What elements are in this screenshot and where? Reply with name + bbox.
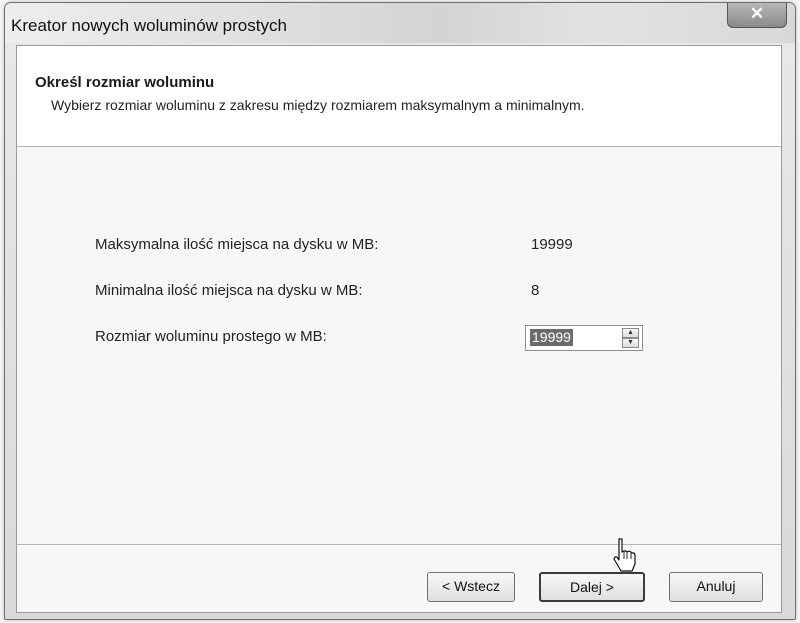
wizard-content: Określ rozmiar woluminu Wybierz rozmiar … — [16, 45, 782, 613]
volume-size-label: Rozmiar woluminu prostego w MB: — [95, 328, 327, 345]
page-description: Wybierz rozmiar woluminu z zakresu międz… — [51, 97, 585, 113]
window-title: Kreator nowych woluminów prostych — [11, 16, 287, 35]
cancel-button[interactable]: Anuluj — [669, 572, 763, 602]
max-size-label: Maksymalna ilość miejsca na dysku w MB: — [95, 236, 379, 253]
footer-divider — [17, 544, 781, 546]
close-icon: ✕ — [749, 4, 765, 23]
wizard-header: Określ rozmiar woluminu Wybierz rozmiar … — [17, 46, 781, 147]
title-bar[interactable]: Kreator nowych woluminów prostych ✕ — [5, 3, 795, 43]
close-button[interactable]: ✕ — [727, 3, 787, 28]
page-title: Określ rozmiar woluminu — [35, 74, 215, 91]
max-size-value: 19999 — [531, 236, 573, 253]
volume-size-input[interactable]: 19999 — [530, 329, 573, 346]
next-button[interactable]: Dalej > — [539, 572, 645, 602]
spin-down-arrow-icon[interactable]: ▼ — [622, 338, 639, 348]
volume-size-stepper[interactable]: 19999 ▲ ▼ — [525, 325, 643, 351]
back-button[interactable]: < Wstecz — [427, 572, 515, 602]
wizard-window: Kreator nowych woluminów prostych ✕ Okre… — [4, 2, 796, 620]
min-size-label: Minimalna ilość miejsca na dysku w MB: — [95, 282, 363, 299]
spin-up-arrow-icon[interactable]: ▲ — [622, 328, 639, 338]
hand-cursor-icon — [613, 538, 636, 572]
min-size-value: 8 — [531, 282, 540, 299]
